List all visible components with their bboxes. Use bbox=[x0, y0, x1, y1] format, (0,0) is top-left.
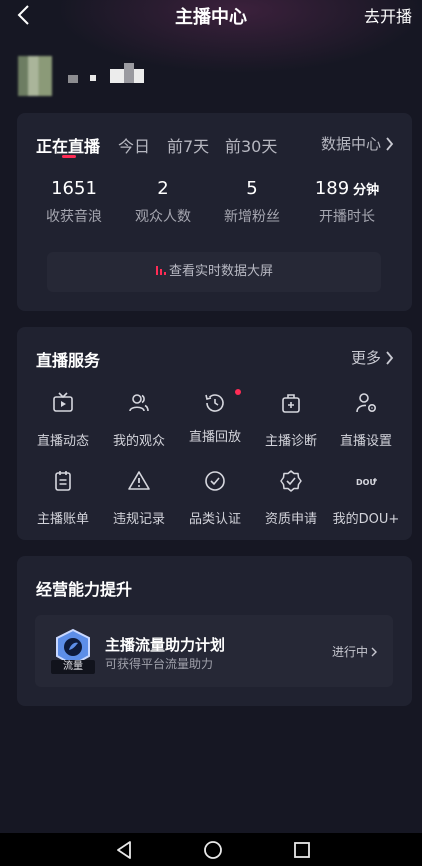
stat-live-duration[interactable]: 189 分钟 开播时长 bbox=[297, 178, 397, 226]
service-label: 我的DOU+ bbox=[332, 512, 400, 527]
system-nav-bar bbox=[0, 833, 422, 866]
service-label: 直播动态 bbox=[36, 434, 89, 449]
service-category-cert[interactable]: 品类认证 bbox=[177, 469, 253, 527]
go-live-button[interactable]: 去开播 bbox=[364, 3, 412, 27]
tab-live-now[interactable]: 正在直播 bbox=[36, 133, 100, 157]
service-live-replay[interactable]: 直播回放 bbox=[177, 389, 253, 445]
stat-value: 2 bbox=[157, 178, 169, 199]
page-title: 主播中心 bbox=[175, 7, 247, 28]
service-label: 品类认证 bbox=[188, 512, 241, 527]
plan-badge-tag: 流量 bbox=[51, 660, 95, 674]
service-label: 资质申请 bbox=[264, 512, 317, 527]
tv-icon bbox=[53, 392, 73, 412]
tab-7-days[interactable]: 前7天 bbox=[167, 133, 209, 157]
live-services-card: 直播服务 更多 直播动态 我的观众 直播回放 主播诊断 直播设置 主播账单 违规… bbox=[17, 327, 412, 540]
stat-label: 新增粉丝 bbox=[224, 209, 280, 225]
service-label: 主播诊断 bbox=[264, 434, 317, 449]
nav-recents-icon[interactable] bbox=[291, 839, 313, 861]
stat-sound-waves[interactable]: 1651 收获音浪 bbox=[24, 178, 124, 226]
service-dou-plus[interactable]: DOU 我的DOU+ bbox=[328, 469, 404, 527]
svg-text:DOU: DOU bbox=[356, 478, 376, 487]
service-label: 主播账单 bbox=[36, 512, 89, 527]
realtime-label: 查看实时数据大屏 bbox=[168, 264, 273, 279]
notification-dot bbox=[235, 389, 241, 395]
replay-icon bbox=[205, 394, 224, 412]
stat-label: 观众人数 bbox=[135, 209, 191, 225]
plan-subtitle: 可获得平台流量助力 bbox=[105, 657, 214, 671]
check-circle-icon bbox=[205, 471, 225, 491]
service-label: 直播设置 bbox=[339, 434, 392, 449]
service-my-audience[interactable]: 我的观众 bbox=[101, 391, 177, 449]
nav-back-icon[interactable] bbox=[113, 839, 135, 861]
stat-value: 189 分钟 bbox=[314, 178, 380, 199]
live-data-card: 正在直播 今日 前7天 前30天 数据中心 1651 收获音浪 2 观众人数 5… bbox=[17, 113, 412, 311]
services-title: 直播服务 bbox=[36, 351, 101, 370]
data-center-link[interactable]: 数据中心 bbox=[321, 133, 394, 154]
stat-value: 1651 bbox=[51, 178, 97, 199]
chevron-right-icon bbox=[386, 137, 394, 151]
nickname-blurred bbox=[68, 63, 148, 83]
dou-icon: DOU bbox=[356, 478, 377, 487]
plan-status-label: 进行中 bbox=[331, 645, 368, 659]
traffic-boost-plan[interactable]: 流量 主播流量助力计划 可获得平台流量助力 进行中 bbox=[35, 615, 393, 687]
service-label: 我的观众 bbox=[112, 434, 165, 449]
stat-label: 收获音浪 bbox=[46, 209, 102, 225]
service-anchor-bill[interactable]: 主播账单 bbox=[25, 469, 101, 527]
plan-title: 主播流量助力计划 bbox=[105, 636, 226, 654]
service-label: 直播回放 bbox=[188, 430, 241, 445]
service-label: 违规记录 bbox=[112, 512, 165, 527]
plan-status[interactable]: 进行中 bbox=[332, 643, 377, 660]
bar-chart-icon bbox=[155, 266, 166, 275]
stat-viewers[interactable]: 2 观众人数 bbox=[113, 178, 213, 226]
stat-value: 5 bbox=[246, 178, 258, 199]
more-label: 更多 bbox=[350, 349, 381, 367]
service-violations[interactable]: 违规记录 bbox=[101, 469, 177, 527]
growth-title: 经营能力提升 bbox=[36, 580, 133, 599]
stat-new-fans[interactable]: 5 新增粉丝 bbox=[202, 178, 302, 226]
service-live-feed[interactable]: 直播动态 bbox=[25, 391, 101, 449]
plan-badge: 流量 bbox=[51, 628, 95, 676]
user-settings-icon bbox=[356, 393, 377, 413]
tab-30-days[interactable]: 前30天 bbox=[225, 133, 277, 157]
chevron-right-icon bbox=[386, 351, 394, 365]
growth-card: 经营能力提升 流量 主播流量助力计划 可获得平台流量助力 进行中 bbox=[17, 556, 412, 706]
service-qualification[interactable]: 资质申请 bbox=[253, 469, 329, 527]
nav-home-icon[interactable] bbox=[202, 839, 224, 861]
badge-check-icon bbox=[280, 470, 302, 492]
bill-icon bbox=[55, 471, 71, 491]
more-link[interactable]: 更多 bbox=[351, 347, 394, 368]
chevron-right-icon bbox=[371, 647, 377, 657]
service-diagnosis[interactable]: 主播诊断 bbox=[253, 391, 329, 449]
stat-unit: 分钟 bbox=[353, 183, 380, 198]
data-center-label: 数据中心 bbox=[320, 135, 381, 153]
medkit-icon bbox=[282, 394, 300, 413]
stat-label: 开播时长 bbox=[319, 209, 375, 225]
audience-icon bbox=[129, 394, 149, 412]
realtime-dashboard-button[interactable]: 查看实时数据大屏 bbox=[47, 252, 381, 292]
avatar[interactable] bbox=[18, 56, 52, 96]
tab-today[interactable]: 今日 bbox=[118, 133, 150, 157]
service-live-settings[interactable]: 直播设置 bbox=[328, 391, 404, 449]
header: 主播中心 去开播 bbox=[0, 0, 422, 30]
warning-icon bbox=[128, 471, 150, 490]
active-tab-indicator bbox=[62, 155, 76, 158]
